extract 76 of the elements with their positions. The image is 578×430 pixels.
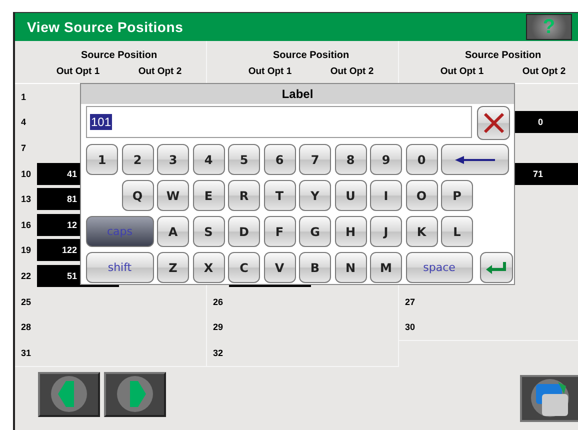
keyboard-key[interactable]: H	[334, 216, 366, 247]
row-number: 31	[20, 348, 32, 358]
column-subheading: Out Opt 2	[137, 66, 183, 77]
keyboard-key[interactable]: 4	[192, 144, 224, 175]
label-input-field[interactable]: 101	[86, 106, 472, 138]
keyboard-key[interactable]: F	[264, 216, 296, 247]
keyboard-key[interactable]: R	[228, 180, 260, 211]
column-heading: Source Position	[272, 50, 350, 61]
row-number: 30	[404, 322, 416, 332]
keyboard-key[interactable]: J	[370, 216, 402, 247]
keyboard-key[interactable]: 7	[299, 144, 331, 175]
keyboard-key[interactable]: 6	[264, 144, 296, 175]
column-heading: Source Position	[464, 50, 542, 61]
toggle-key[interactable]: shift	[86, 252, 154, 283]
enter-key[interactable]	[480, 252, 512, 283]
keyboard-key[interactable]: B	[299, 252, 331, 283]
row-number: 27	[404, 296, 416, 307]
keyboard-key[interactable]: E	[192, 180, 224, 211]
dialog-title: Label	[81, 84, 514, 104]
keyboard-key[interactable]: G	[299, 216, 331, 247]
previous-button[interactable]	[38, 372, 100, 417]
row-number: 32	[212, 348, 224, 358]
close-icon	[482, 112, 504, 134]
column-subheading: Out Opt 1	[247, 66, 293, 77]
keyboard-key[interactable]: N	[334, 252, 366, 283]
enter-icon	[486, 262, 506, 274]
keyboard-key[interactable]: O	[406, 180, 438, 211]
row-number: 13	[20, 194, 32, 204]
keyboard-key[interactable]: X	[192, 252, 224, 283]
keyboard-key[interactable]: S	[192, 216, 224, 247]
row-number: 22	[20, 270, 32, 281]
column-subheading: Out Opt 2	[521, 66, 567, 77]
keyboard-key[interactable]: V	[264, 252, 296, 283]
keyboard-key[interactable]: C	[228, 252, 260, 283]
row-number: 25	[20, 296, 32, 307]
keyboard-key[interactable]: L	[441, 216, 473, 247]
windows-icon	[528, 378, 572, 418]
keyboard-key[interactable]: 8	[334, 144, 366, 175]
keyboard-key[interactable]: W	[157, 180, 189, 211]
close-button[interactable]	[477, 106, 510, 140]
column-subheading: Out Opt 2	[329, 66, 375, 77]
row-number: 10	[20, 168, 32, 179]
next-button[interactable]	[104, 372, 166, 417]
keyboard-key[interactable]: D	[228, 216, 260, 247]
column-subheading: Out Opt 1	[439, 66, 485, 77]
row-number: 26	[212, 296, 224, 307]
row-number: 29	[212, 322, 224, 332]
window-switch-button[interactable]	[520, 374, 578, 422]
keyboard-key[interactable]: M	[370, 252, 402, 283]
keyboard-key[interactable]: I	[370, 180, 402, 211]
keyboard-key[interactable]: Q	[122, 180, 154, 211]
row-number: 16	[20, 220, 32, 230]
keyboard-key[interactable]: Y	[299, 180, 331, 211]
row-number: 1	[20, 92, 28, 102]
keyboard-key[interactable]: 2	[122, 144, 154, 175]
keyboard-key[interactable]: 3	[157, 144, 189, 175]
space-key[interactable]: space	[406, 252, 473, 283]
window-title: View Source Positions	[27, 19, 184, 35]
keyboard-key[interactable]: 9	[370, 144, 402, 175]
row-number: 19	[20, 245, 32, 256]
keyboard-key[interactable]: 1	[86, 144, 118, 175]
keyboard-key[interactable]: T	[264, 180, 296, 211]
backspace-key[interactable]	[441, 144, 508, 175]
keyboard-key[interactable]: 5	[228, 144, 260, 175]
keyboard-key[interactable]: Z	[157, 252, 189, 283]
keyboard-key[interactable]: P	[441, 180, 473, 211]
row-number: 28	[20, 322, 32, 332]
row-number: 7	[20, 142, 28, 153]
column-heading: Source Position	[80, 50, 158, 61]
keyboard-key[interactable]: U	[334, 180, 366, 211]
column-subheading: Out Opt 1	[55, 66, 101, 77]
row-number: 4	[20, 117, 28, 128]
keyboard-key[interactable]: 0	[406, 144, 438, 175]
keyboard-key[interactable]: A	[157, 216, 189, 247]
keyboard-key[interactable]: K	[406, 216, 438, 247]
left-arrow-icon	[454, 156, 495, 164]
